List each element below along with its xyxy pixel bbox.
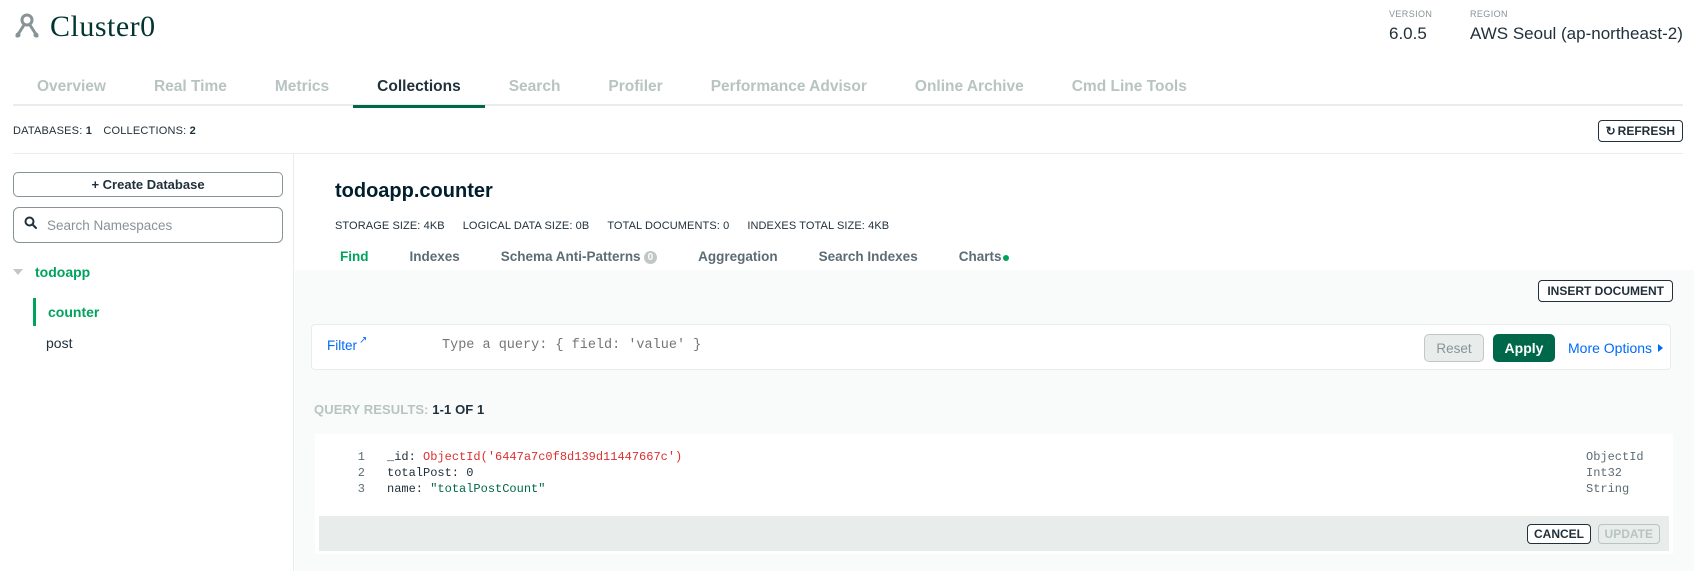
cancel-button[interactable]: CANCEL (1527, 524, 1591, 544)
tab-search[interactable]: Search (485, 74, 585, 106)
collections-count: 2 (189, 125, 196, 137)
field-key: totalPost: (387, 466, 460, 480)
tab-profiler[interactable]: Profiler (584, 74, 686, 106)
caret-right-icon (1658, 344, 1664, 352)
cluster-icon (14, 12, 50, 43)
apply-button[interactable]: Apply (1493, 334, 1555, 362)
region-value: AWS Seoul (ap-northeast-2) (1470, 24, 1683, 43)
field-key: _id: (387, 450, 416, 464)
collection-item-counter[interactable]: counter (33, 298, 99, 326)
field-entry: totalPost: 0 (387, 466, 473, 480)
tab-charts-label: Charts (958, 249, 1002, 264)
cluster-name: Cluster0 (50, 10, 156, 43)
field-value[interactable]: "totalPostCount" (430, 482, 545, 496)
counts-bar: DATABASES: 1 COLLECTIONS: 2 (13, 125, 204, 137)
tab-cmd-line-tools[interactable]: Cmd Line Tools (1048, 74, 1211, 106)
region-block: REGION AWS Seoul (ap-northeast-2) (1470, 9, 1683, 44)
query-results-label: QUERY RESULTS: (314, 402, 429, 417)
database-item-todoapp[interactable]: todoapp (13, 264, 90, 280)
search-namespaces (13, 207, 283, 243)
cluster-tabs: Overview Real Time Metrics Collections S… (13, 74, 1683, 108)
refresh-icon: ↻ (1605, 124, 1616, 138)
tab-performance-advisor[interactable]: Performance Advisor (687, 74, 891, 106)
tab-indexes-label: Indexes (409, 249, 460, 264)
tab-indexes[interactable]: Indexes (394, 249, 485, 271)
version-value: 6.0.5 (1389, 24, 1427, 43)
schema-count-badge: 0 (643, 251, 658, 264)
tab-find[interactable]: Find (324, 249, 394, 271)
update-button[interactable]: UPDATE (1597, 524, 1660, 544)
document-card: 1 _id: ObjectId('6447a7c0f8d139d11447667… (315, 434, 1673, 554)
logical-data-size: LOGICAL DATA SIZE: 0B (462, 220, 590, 232)
query-results-summary: QUERY RESULTS: 1-1 OF 1 (314, 402, 484, 417)
insert-document-button[interactable]: INSERT DOCUMENT (1538, 280, 1673, 302)
databases-count-label: DATABASES: (13, 125, 83, 137)
cluster-header: Cluster0 (14, 10, 156, 44)
filter-query-input[interactable] (442, 338, 1142, 353)
tab-schema-label: Schema Anti-Patterns (500, 249, 641, 264)
databases-count: 1 (85, 125, 93, 137)
field-type: String (1586, 482, 1630, 496)
tab-collections[interactable]: Collections (353, 74, 485, 108)
document-field-row[interactable]: 3 name: "totalPostCount" String (315, 482, 1673, 499)
more-options-link[interactable]: More Options (1568, 340, 1664, 356)
field-value[interactable]: 0 (466, 466, 473, 480)
namespace-stats: STORAGE SIZE: 4KB LOGICAL DATA SIZE: 0B … (335, 220, 889, 232)
filter-bar: Filter ↗ Reset Apply More Options (311, 324, 1671, 370)
tab-metrics[interactable]: Metrics (251, 74, 353, 106)
collection-item-post[interactable]: post (33, 329, 72, 357)
field-type: Int32 (1586, 466, 1623, 480)
tab-online-archive[interactable]: Online Archive (891, 74, 1048, 106)
document-field-row[interactable]: 1 _id: ObjectId('6447a7c0f8d139d11447667… (315, 450, 1673, 467)
refresh-button[interactable]: ↻ REFRESH (1597, 120, 1683, 142)
tab-real-time[interactable]: Real Time (130, 74, 251, 106)
filter-link[interactable]: Filter ↗ (327, 335, 368, 353)
status-dot-icon (1003, 255, 1010, 261)
field-entry: _id: ObjectId('6447a7c0f8d139d11447667c'… (387, 450, 682, 464)
namespace-sidebar: + Create Database todoapp counter post (0, 154, 294, 571)
more-options-label: More Options (1568, 340, 1653, 356)
indexes-total-size: INDEXES TOTAL SIZE: 4KB (747, 220, 890, 232)
version-label: VERSION (1389, 9, 1433, 19)
version-block: VERSION 6.0.5 (1389, 9, 1432, 44)
tab-aggregation-label: Aggregation (698, 249, 778, 264)
tab-search-indexes-label: Search Indexes (818, 249, 918, 264)
refresh-label: REFRESH (1617, 124, 1675, 138)
search-namespaces-input[interactable] (47, 217, 267, 233)
collections-count-label: COLLECTIONS: (103, 125, 187, 137)
tab-charts[interactable]: Charts (943, 249, 1035, 271)
tab-schema-anti-patterns[interactable]: Schema Anti-Patterns 0 (485, 249, 682, 271)
document-edit-bar: CANCEL UPDATE (319, 516, 1669, 551)
tab-find-label: Find (340, 249, 369, 264)
tab-search-indexes[interactable]: Search Indexes (803, 249, 943, 271)
namespace-tabs: Find Indexes Schema Anti-Patterns 0 Aggr… (324, 249, 1034, 271)
database-name: todoapp (35, 264, 91, 280)
external-link-icon: ↗ (359, 335, 368, 346)
field-entry: name: "totalPostCount" (387, 482, 545, 496)
create-database-button[interactable]: + Create Database (13, 172, 283, 197)
storage-size: STORAGE SIZE: 4KB (335, 220, 445, 232)
field-key: name: (387, 482, 424, 496)
line-number: 2 (357, 466, 365, 480)
caret-down-icon[interactable] (13, 269, 23, 275)
field-type: ObjectId (1586, 450, 1644, 464)
filter-label: Filter (327, 338, 357, 353)
field-value[interactable]: ObjectId('6447a7c0f8d139d11447667c') (423, 450, 682, 464)
query-results-count: 1-1 OF 1 (432, 402, 485, 417)
document-field-row[interactable]: 2 totalPost: 0 Int32 (315, 466, 1673, 483)
region-label: REGION (1470, 9, 1508, 19)
search-icon (24, 216, 47, 234)
documents-workspace: INSERT DOCUMENT Filter ↗ Reset Apply Mor… (295, 270, 1694, 571)
line-number: 1 (357, 450, 365, 464)
line-number: 3 (357, 482, 365, 496)
namespace-title: todoapp.counter (335, 180, 493, 202)
total-documents: TOTAL DOCUMENTS: 0 (607, 220, 730, 232)
tab-overview[interactable]: Overview (13, 74, 130, 106)
reset-button[interactable]: Reset (1424, 334, 1484, 362)
tab-aggregation[interactable]: Aggregation (682, 249, 803, 271)
